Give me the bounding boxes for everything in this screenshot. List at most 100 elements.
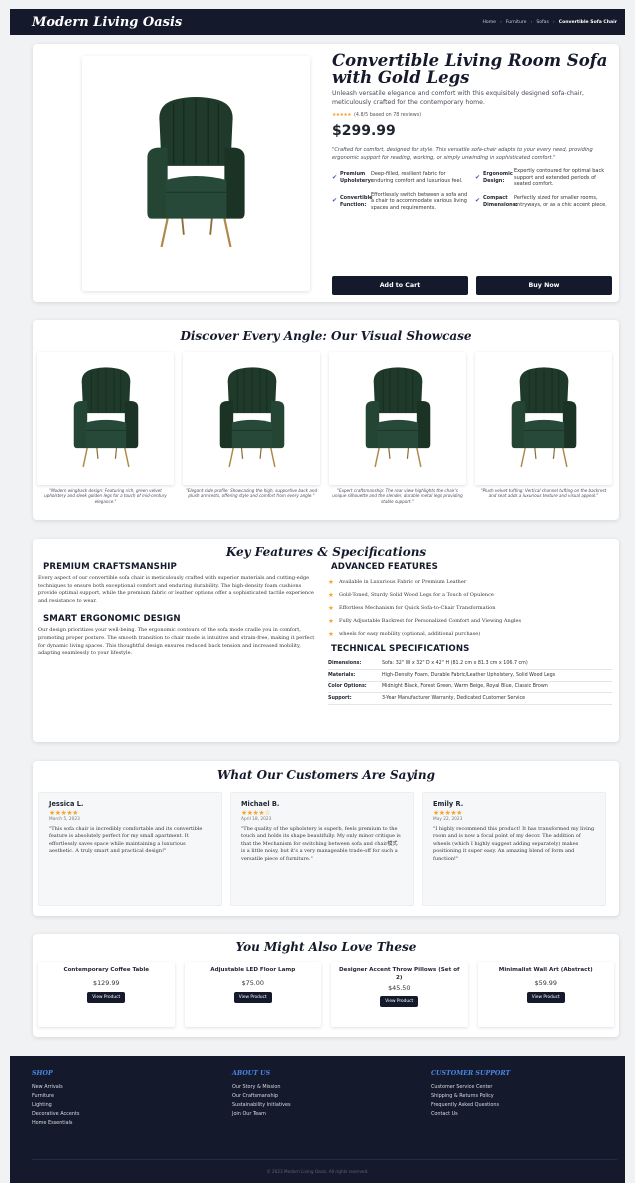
feature-item: ✔ Compact Dimensions: Perfectly sized fo… xyxy=(475,192,612,212)
list-item: ★ Fully Adjustable Backrest for Personali… xyxy=(328,614,612,627)
reviewer-name: Emily R. xyxy=(433,800,464,808)
spec-value: Midnight Black, Forest Green, Warm Beige… xyxy=(382,681,612,693)
breadcrumb-home[interactable]: Home xyxy=(482,20,496,25)
footer-link[interactable]: Our Craftsmanship xyxy=(232,1094,291,1099)
chair-image xyxy=(72,366,139,468)
footer-link[interactable]: Our Story & Mission xyxy=(232,1085,291,1090)
view-product-button[interactable]: View Product xyxy=(380,996,419,1007)
brand-logo[interactable]: Modern Living Oasis xyxy=(32,15,182,30)
star-icon: ★ xyxy=(328,616,334,625)
footer-link[interactable]: Sustainability Initiatives xyxy=(232,1103,291,1108)
spec-key: Support: xyxy=(328,692,382,705)
list-item: ★ wheels for easy mobility (optional, add… xyxy=(328,627,612,640)
product-rating: ★★★★★ (4.8/5 based on 78 reviews) xyxy=(332,113,612,118)
gallery-title: Discover Every Angle: Our Visual Showcas… xyxy=(180,329,472,343)
review-text: "The quality of the upholstery is superb… xyxy=(241,826,401,862)
gallery-image[interactable] xyxy=(329,352,466,485)
chair-image xyxy=(364,366,431,468)
product-info: Convertible Living Room Sofa with Gold L… xyxy=(332,52,612,212)
star-icon: ★ xyxy=(328,629,334,638)
list-item-text: Fully Adjustable Backrest for Personaliz… xyxy=(339,617,522,624)
feature-desc: Expertly contoured for optimal back supp… xyxy=(514,168,605,188)
product-main-image[interactable] xyxy=(82,56,310,291)
footer-link[interactable]: New Arrivals xyxy=(32,1085,79,1090)
gallery-image[interactable] xyxy=(475,352,612,485)
ergonomic-text: Our design prioritizes your well-being. … xyxy=(38,627,315,657)
product-card-name[interactable]: Contemporary Coffee Table xyxy=(38,967,175,975)
footer-shop-column: SHOP New Arrivals Furniture Lighting Dec… xyxy=(32,1070,79,1126)
footer-link[interactable]: Join Our Team xyxy=(232,1112,291,1117)
star-icon: ★ xyxy=(328,577,334,586)
features-left-column: PREMIUM CRAFTSMANSHIP Every aspect of ou… xyxy=(38,562,318,705)
view-product-button[interactable]: View Product xyxy=(526,991,565,1003)
footer-link[interactable]: Decorative Accents xyxy=(32,1112,79,1117)
buy-now-button[interactable]: Buy Now xyxy=(476,276,612,295)
chair-image xyxy=(218,366,285,468)
list-item-text: Gold-Toned, Sturdy Solid Wood Legs for a… xyxy=(339,591,494,598)
breadcrumb-separator: › xyxy=(552,19,555,25)
review-stars: ★★★★★ xyxy=(49,809,78,817)
chair-image xyxy=(146,95,246,248)
product-quote: "Crafted for comfort, designed for style… xyxy=(332,147,593,161)
feature-item: ✔ Premium Upholstery: Deep-filled, resil… xyxy=(332,168,469,188)
view-product-button[interactable]: View Product xyxy=(87,991,126,1003)
product-card-name[interactable]: Minimalist Wall Art (Abstract) xyxy=(478,967,615,975)
breadcrumb-furniture[interactable]: Furniture xyxy=(506,20,527,25)
check-icon: ✔ xyxy=(332,173,338,181)
list-item: ★ Gold-Toned, Sturdy Solid Wood Legs for … xyxy=(328,588,612,601)
star-icon: ★ xyxy=(328,590,334,599)
list-item: ★ Effortless Mechanism for Quick Sofa-to-… xyxy=(328,601,612,614)
table-row: Color Options: Midnight Black, Forest Gre… xyxy=(328,681,612,693)
reviewer-name: Jessica L. xyxy=(49,800,84,808)
spec-table: Dimensions: Sofa: 32" W x 32" D x 42" H (… xyxy=(328,658,612,705)
feature-desc: Effortlessly switch between a sofa and a… xyxy=(371,191,468,211)
craftsmanship-text: Every aspect of our convertible sofa cha… xyxy=(38,575,314,604)
review-card: Michael B. ★★★★☆ April 18, 2023 "The qua… xyxy=(230,792,414,906)
footer-link[interactable]: Lighting xyxy=(32,1103,79,1108)
review-date: April 18, 2023 xyxy=(241,817,272,822)
footer-link[interactable]: Customer Service Center xyxy=(431,1085,510,1090)
reviews-title: What Our Customers Are Saying xyxy=(216,768,436,782)
footer-about-column: ABOUT US Our Story & Mission Our Craftsm… xyxy=(232,1070,291,1117)
product-card-name[interactable]: Adjustable LED Floor Lamp xyxy=(185,967,322,975)
product-card-price: $75.00 xyxy=(241,978,264,987)
recommendations-row: Contemporary Coffee Table $129.99 View P… xyxy=(33,962,619,1027)
product-card-name[interactable]: Designer Accent Throw Pillows (Set of 2) xyxy=(331,967,468,982)
breadcrumb-sofas[interactable]: Sofas xyxy=(536,20,549,25)
gallery-image[interactable] xyxy=(183,352,320,485)
chair-image xyxy=(510,366,577,468)
feature-desc: Perfectly sized for smaller rooms, entry… xyxy=(514,195,607,208)
review-text: "I highly recommend this product! It has… xyxy=(433,826,595,862)
product-card-price: $59.99 xyxy=(534,978,557,987)
feature-label: Premium Upholstery: xyxy=(340,171,373,184)
spec-value: High-Density Foam, Durable Fabric/Leathe… xyxy=(382,669,612,682)
tech-specs-heading: TECHNICAL SPECIFICATIONS xyxy=(331,644,470,654)
gallery-row: "Modern wingback design: Featuring rich,… xyxy=(33,352,619,504)
footer-link[interactable]: Furniture xyxy=(32,1094,79,1099)
view-product-button[interactable]: View Product xyxy=(233,991,272,1003)
rating-text[interactable]: (4.8/5 based on 78 reviews) xyxy=(354,113,421,118)
table-row: Dimensions: Sofa: 32" W x 32" D x 42" H (… xyxy=(328,658,612,670)
footer-link[interactable]: Shipping & Returns Policy xyxy=(431,1094,510,1099)
footer-link[interactable]: Contact Us xyxy=(431,1112,510,1117)
advanced-features-heading: ADVANCED FEATURES xyxy=(331,562,438,572)
features-section: Key Features & Specifications PREMIUM CR… xyxy=(33,539,619,742)
footer-link[interactable]: Home Essentials xyxy=(32,1121,79,1126)
feature-desc: Deep-filled, resilient fabric for enduri… xyxy=(371,171,463,184)
gallery-caption: "Modern wingback design: Featuring rich,… xyxy=(44,488,167,504)
footer-support-column: CUSTOMER SUPPORT Customer Service Center… xyxy=(431,1070,510,1117)
list-item-text: Effortless Mechanism for Quick Sofa-to-C… xyxy=(339,604,496,611)
product-card-price: $45.50 xyxy=(388,984,411,992)
breadcrumb: Home › Furniture › Sofas › Convertible S… xyxy=(482,20,617,25)
gallery-image[interactable] xyxy=(37,352,174,485)
spec-value: 3-Year Manufacturer Warranty, Dedicated … xyxy=(382,692,612,705)
spec-key: Materials: xyxy=(328,669,382,682)
footer-shop-heading: SHOP xyxy=(32,1070,53,1077)
review-date: March 5, 2023 xyxy=(49,817,80,822)
product-price: $299.99 xyxy=(332,123,396,139)
product-title: Convertible Living Room Sofa with Gold L… xyxy=(332,51,608,87)
add-to-cart-button[interactable]: Add to Cart xyxy=(332,276,468,295)
footer-link[interactable]: Frequently Asked Questions xyxy=(431,1103,510,1108)
footer-divider xyxy=(32,1159,617,1160)
features-right-column: ADVANCED FEATURES ★ Available in Luxuriou… xyxy=(328,562,612,705)
